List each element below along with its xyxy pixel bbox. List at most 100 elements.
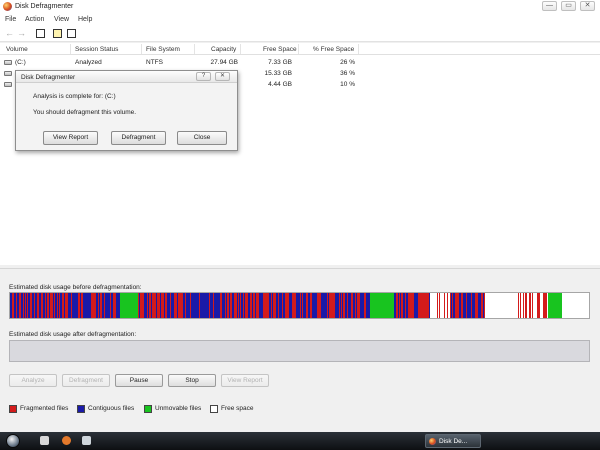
firefox-icon[interactable] [62, 436, 71, 445]
map-cluster-18 [28, 293, 29, 318]
map-cluster-163 [173, 293, 174, 318]
map-cluster-261 [271, 293, 272, 318]
map-cluster-95 [105, 293, 106, 318]
map-cluster-62 [72, 293, 73, 318]
map-cluster-16 [26, 293, 27, 318]
map-cluster-174 [184, 293, 185, 318]
map-cluster-234 [244, 293, 245, 318]
map-cluster-303 [313, 293, 314, 318]
map-cluster-243 [253, 293, 254, 318]
map-cluster-518 [528, 293, 529, 318]
map-cluster-498 [508, 293, 509, 318]
map-cluster-516 [526, 293, 527, 318]
defragment-button[interactable]: Defragment [62, 374, 110, 387]
column-session-status[interactable]: Session Status [75, 46, 118, 53]
map-cluster-115 [125, 293, 126, 318]
map-cluster-251 [261, 293, 262, 318]
minimize-button[interactable]: — [542, 1, 557, 11]
map-cluster-344 [354, 293, 355, 318]
stop-button[interactable]: Stop [168, 374, 216, 387]
taskbar-disk-defragmenter[interactable]: Disk De... [425, 434, 481, 448]
map-cluster-247 [257, 293, 258, 318]
map-cluster-308 [318, 293, 319, 318]
map-cluster-238 [248, 293, 249, 318]
map-cluster-248 [258, 293, 259, 318]
map-cluster-173 [183, 293, 184, 318]
map-cluster-458 [468, 293, 469, 318]
window-title: Disk Defragmenter [15, 3, 74, 10]
map-cluster-168 [178, 293, 179, 318]
map-cluster-356 [366, 293, 367, 318]
map-cluster-60 [70, 293, 71, 318]
map-cluster-125 [135, 293, 136, 318]
volume-row-c[interactable]: (C:) Analyzed NTFS 27.94 GB 7.33 GB 26 % [0, 57, 600, 68]
pinned-app-icon[interactable] [82, 436, 91, 445]
map-cluster-575 [585, 293, 586, 318]
map-cluster-220 [230, 293, 231, 318]
map-cluster-201 [211, 293, 212, 318]
forward-arrow-icon[interactable]: → [17, 28, 26, 38]
map-cluster-78 [88, 293, 89, 318]
map-cluster-546 [556, 293, 557, 318]
column-free-space[interactable]: Free Space [263, 46, 297, 53]
menu-file[interactable]: File [5, 16, 16, 23]
menu-action[interactable]: Action [25, 16, 44, 23]
menu-view[interactable]: View [54, 16, 69, 23]
map-cluster-530 [540, 293, 541, 318]
menu-help[interactable]: Help [78, 16, 92, 23]
dialog-view-report-button[interactable]: View Report [43, 131, 98, 145]
map-cluster-24 [34, 293, 35, 318]
dialog-title-bar[interactable]: Disk Defragmenter ? ✕ [16, 71, 237, 83]
map-cluster-211 [221, 293, 222, 318]
map-cluster-332 [342, 293, 343, 318]
column-file-system[interactable]: File System [146, 46, 180, 53]
map-cluster-263 [273, 293, 274, 318]
map-cluster-312 [322, 293, 323, 318]
map-cluster-256 [266, 293, 267, 318]
pause-button[interactable]: Pause [115, 374, 163, 387]
back-arrow-icon[interactable]: ← [5, 28, 14, 38]
map-cluster-513 [523, 293, 524, 318]
map-cluster-468 [478, 293, 479, 318]
map-cluster-175 [185, 293, 186, 318]
map-cluster-428 [438, 293, 439, 318]
map-cluster-283 [293, 293, 294, 318]
map-cluster-353 [363, 293, 364, 318]
map-cluster-334 [344, 293, 345, 318]
map-cluster-572 [582, 293, 583, 318]
map-cluster-414 [424, 293, 425, 318]
map-cluster-460 [470, 293, 471, 318]
map-cluster-442 [452, 293, 453, 318]
view-report-button[interactable]: View Report [221, 374, 269, 387]
map-cluster-119 [129, 293, 130, 318]
map-cluster-105 [115, 293, 116, 318]
dialog-help-button[interactable]: ? [196, 72, 211, 81]
map-cluster-505 [515, 293, 516, 318]
dialog-defragment-button[interactable]: Defragment [111, 131, 166, 145]
map-cluster-354 [364, 293, 365, 318]
maximize-button[interactable]: ▭ [561, 1, 576, 11]
explorer-icon[interactable] [40, 436, 49, 445]
map-cluster-562 [572, 293, 573, 318]
dialog-close-text-button[interactable]: Close [177, 131, 227, 145]
map-cluster-326 [336, 293, 337, 318]
title-bar[interactable]: Disk Defragmenter — ▭ ✕ [0, 0, 600, 14]
map-cluster-276 [286, 293, 287, 318]
column-percent-free[interactable]: % Free Space [313, 46, 354, 53]
column-volume[interactable]: Volume [6, 46, 28, 53]
map-cluster-133 [143, 293, 144, 318]
map-cluster-210 [220, 293, 221, 318]
map-cluster-127 [137, 293, 138, 318]
dialog-close-button[interactable]: ✕ [215, 72, 230, 81]
column-capacity[interactable]: Capacity [211, 46, 236, 53]
properties-icon[interactable] [67, 29, 76, 38]
map-cluster-346 [356, 293, 357, 318]
console-tree-icon[interactable] [36, 29, 45, 38]
map-cluster-388 [398, 293, 399, 318]
help-icon[interactable] [53, 29, 62, 38]
map-cluster-258 [268, 293, 269, 318]
analyze-button[interactable]: Analyze [9, 374, 57, 387]
map-cluster-474 [484, 293, 485, 318]
start-button[interactable] [6, 434, 20, 448]
close-window-button[interactable]: ✕ [580, 1, 595, 11]
